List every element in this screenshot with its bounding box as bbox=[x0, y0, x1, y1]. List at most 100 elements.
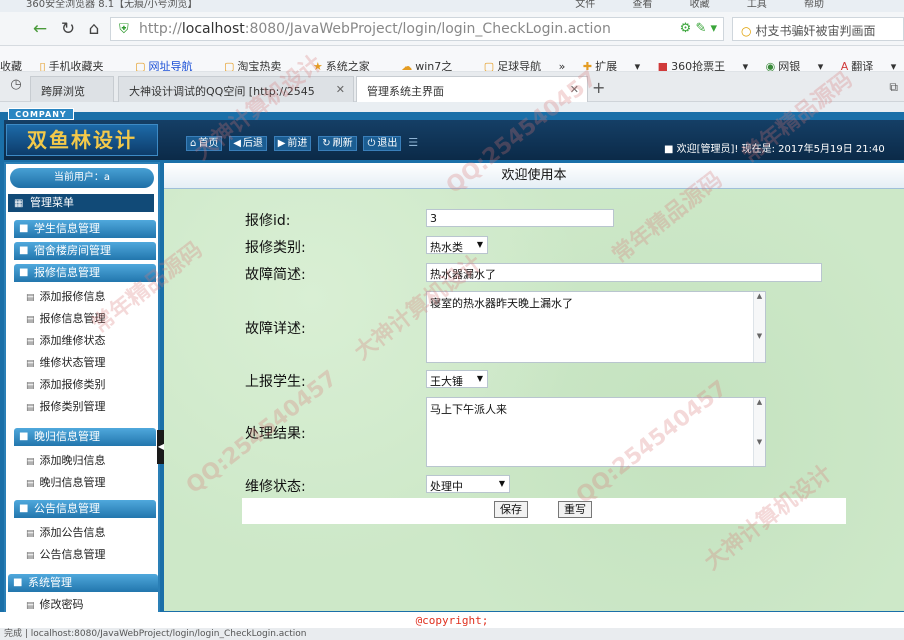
section-icon: ■ bbox=[19, 223, 29, 234]
fav-item[interactable]: ▢ 足球导航 » bbox=[483, 52, 566, 72]
toolbar-menu-icon[interactable]: ☰ bbox=[408, 136, 418, 149]
home-button[interactable]: ⌂ 首页 bbox=[186, 136, 223, 151]
menu-add-repair[interactable]: ▤ 添加报修信息 bbox=[26, 290, 106, 305]
sidebar: 当前用户：a ▦ 管理菜单 ■ 学生信息管理 ■ 宿舍楼房间管理 ■ 报修信息管理 ▤ 添… bbox=[4, 162, 160, 640]
fault-detail-label: 故障详述: bbox=[245, 321, 306, 337]
section-repair[interactable]: ■ 报修信息管理 bbox=[14, 264, 156, 282]
fav-item[interactable]: ▢ 网址导航 bbox=[135, 52, 206, 72]
menu-repair-manage[interactable]: ▤ 报修信息管理 bbox=[26, 312, 106, 327]
close-icon[interactable]: ✕ bbox=[336, 83, 345, 96]
logout-button[interactable]: ⏻ 退出 bbox=[363, 136, 402, 151]
menu-add-notice[interactable]: ▤ 添加公告信息 bbox=[26, 526, 106, 541]
page-icon: ▢ bbox=[223, 60, 235, 72]
repair-status-select[interactable]: 处理中 ▼ bbox=[426, 475, 510, 493]
result-textarea[interactable]: 马上下午派人来 ▲ ▼ bbox=[426, 397, 766, 467]
section-icon: ■ bbox=[19, 245, 29, 256]
cloud-icon: ☁ bbox=[401, 60, 413, 72]
url-host: localhost bbox=[181, 21, 245, 37]
tab-label: 跨屏浏览 bbox=[41, 85, 85, 98]
section-dorm[interactable]: ■ 宿舍楼房间管理 bbox=[14, 242, 156, 260]
doc-icon: ▤ bbox=[26, 601, 35, 611]
section-student[interactable]: ■ 学生信息管理 bbox=[14, 220, 156, 238]
refresh-button[interactable]: ↻ 刷新 bbox=[318, 136, 357, 151]
puzzle-icon: ✚ bbox=[582, 60, 593, 72]
section-icon: ■ bbox=[19, 503, 29, 514]
fav-item[interactable]: ■ 360抢票王 ▾ bbox=[658, 52, 748, 71]
tab-list-icon[interactable]: ⧉ bbox=[889, 80, 898, 95]
tab-qq-space[interactable]: 大神设计调试的QQ空间 [http://2545 ✕ bbox=[118, 76, 354, 102]
section-late-return[interactable]: ■ 晚归信息管理 bbox=[14, 428, 156, 446]
menu-add-type[interactable]: ▤ 添加报修类别 bbox=[26, 378, 106, 393]
star-icon: ★ bbox=[312, 60, 323, 72]
page-icon: ▢ bbox=[135, 60, 146, 72]
reload-icon[interactable]: ↻ bbox=[58, 19, 78, 39]
fav-item[interactable]: ▯ 手机收藏夹 bbox=[39, 52, 118, 72]
refresh-icon: ↻ bbox=[322, 138, 331, 149]
close-icon[interactable]: ✕ bbox=[570, 83, 579, 96]
browser-title-bar: 360安全浏览器 8.1【无痕/小号浏览】 文件 查看 收藏 工具 帮助 bbox=[0, 0, 904, 12]
student-select[interactable]: 王大锤 ▼ bbox=[426, 370, 488, 388]
app-header: 双鱼林设计 ⌂ 首页 ◀ 后退 ▶ 前进 ↻ 刷新 ⏻ 退出 ☰ ■ 欢迎[管理员]! 现… bbox=[4, 120, 904, 160]
doc-icon: ▤ bbox=[26, 529, 35, 539]
forward-button[interactable]: ▶ 前进 bbox=[273, 136, 312, 151]
back-button[interactable]: ◀ 后退 bbox=[229, 136, 267, 151]
page-icon: ▢ bbox=[483, 60, 495, 72]
translate-icon: A bbox=[840, 60, 849, 72]
fav-item[interactable]: ☁ win7之 bbox=[401, 52, 466, 72]
student-label: 上报学生: bbox=[245, 374, 306, 390]
section-notice[interactable]: ■ 公告信息管理 bbox=[14, 500, 156, 518]
security-shield-icon: ⛨ bbox=[119, 22, 129, 37]
tab-history-icon[interactable]: ◷ bbox=[6, 77, 26, 92]
menu-file[interactable]: 文件 bbox=[575, 0, 595, 10]
fav-item[interactable]: 收藏 bbox=[0, 58, 22, 71]
menu-late-manage[interactable]: ▤ 晚归信息管理 bbox=[26, 476, 106, 491]
menu-status-manage[interactable]: ▤ 维修状态管理 bbox=[26, 356, 106, 371]
textarea-scrollbar[interactable]: ▲ ▼ bbox=[753, 398, 765, 466]
phone-icon: ▯ bbox=[39, 60, 46, 72]
fav-item[interactable]: ✚ 扩展 ▾ bbox=[582, 52, 640, 72]
reset-button[interactable]: 重写 bbox=[558, 501, 592, 518]
textarea-scrollbar[interactable]: ▲ ▼ bbox=[753, 292, 765, 362]
url-input[interactable]: ⛨ http://localhost:8080/JavaWebProject/l… bbox=[110, 17, 724, 41]
repair-id-label: 报修id: bbox=[245, 213, 291, 229]
fault-detail-textarea[interactable]: 寝室的热水器昨天晚上漏水了 ▲ ▼ bbox=[426, 291, 766, 363]
title-menu: 文件 查看 收藏 工具 帮助 bbox=[541, 0, 824, 10]
home-icon: ⌂ bbox=[190, 138, 197, 149]
new-tab-icon[interactable]: + bbox=[592, 78, 605, 97]
menu-change-password[interactable]: ▤ 修改密码 bbox=[26, 598, 84, 613]
doc-icon: ▤ bbox=[26, 457, 35, 467]
menu-tools[interactable]: 工具 bbox=[747, 0, 767, 10]
window-title: 360安全浏览器 8.1【无痕/小号浏览】 bbox=[26, 0, 198, 10]
menu-view[interactable]: 查看 bbox=[632, 0, 652, 10]
menu-favorites[interactable]: 收藏 bbox=[690, 0, 710, 10]
repair-id-field[interactable]: 3 bbox=[426, 209, 614, 227]
doc-icon: ▤ bbox=[26, 381, 35, 391]
section-icon: ■ bbox=[13, 577, 23, 588]
menu-add-late[interactable]: ▤ 添加晚归信息 bbox=[26, 454, 106, 469]
fav-item[interactable]: ◉ 网银 ▾ bbox=[766, 52, 824, 71]
home-page-icon[interactable]: ⌂ bbox=[84, 19, 104, 39]
url-path: :8080/JavaWebProject/login/login_CheckLo… bbox=[244, 21, 611, 37]
menu-add-status[interactable]: ▤ 添加维修状态 bbox=[26, 334, 106, 349]
menu-notice-manage[interactable]: ▤ 公告信息管理 bbox=[26, 548, 106, 563]
grid-icon: ▦ bbox=[14, 198, 24, 209]
search-input[interactable]: ○ 村支书骗奸被宙判画面 bbox=[732, 17, 904, 41]
favorites-bar: 收藏 ▯ 手机收藏夹 ▢ 网址导航 ▢ 淘宝热卖 ★ 系统之家 ☁ win7之 ▢ 足球导航… bbox=[0, 46, 904, 72]
fault-brief-field[interactable]: 热水器漏水了 bbox=[426, 263, 822, 282]
fav-item[interactable]: A 翻译 ▾ bbox=[840, 52, 897, 72]
url-tools-icon[interactable]: ⚙ ✎ ▾ bbox=[680, 21, 717, 36]
tab-cross-screen[interactable]: 跨屏浏览 bbox=[30, 76, 114, 102]
back-arrow-icon[interactable]: ← bbox=[30, 19, 50, 39]
menu-help[interactable]: 帮助 bbox=[804, 0, 824, 10]
tab-admin-main[interactable]: 管理系统主界面 ✕ bbox=[356, 76, 588, 102]
save-button[interactable]: 保存 bbox=[494, 501, 528, 518]
fav-item[interactable]: ▢ 淘宝热卖 bbox=[223, 52, 295, 72]
search-engine-icon: ○ bbox=[741, 24, 752, 38]
fav-item[interactable]: ★ 系统之家 bbox=[312, 52, 384, 72]
search-text: 村支书骗奸被宙判画面 bbox=[755, 24, 876, 38]
menu-type-manage[interactable]: ▤ 报修类别管理 bbox=[26, 400, 106, 415]
app-toolbar: ⌂ 首页 ◀ 后退 ▶ 前进 ↻ 刷新 ⏻ 退出 ☰ bbox=[186, 135, 418, 151]
repair-status-label: 维修状态: bbox=[245, 479, 306, 495]
repair-type-select[interactable]: 热水类 ▼ bbox=[426, 236, 488, 254]
section-system[interactable]: ■ 系统管理 bbox=[8, 574, 158, 592]
